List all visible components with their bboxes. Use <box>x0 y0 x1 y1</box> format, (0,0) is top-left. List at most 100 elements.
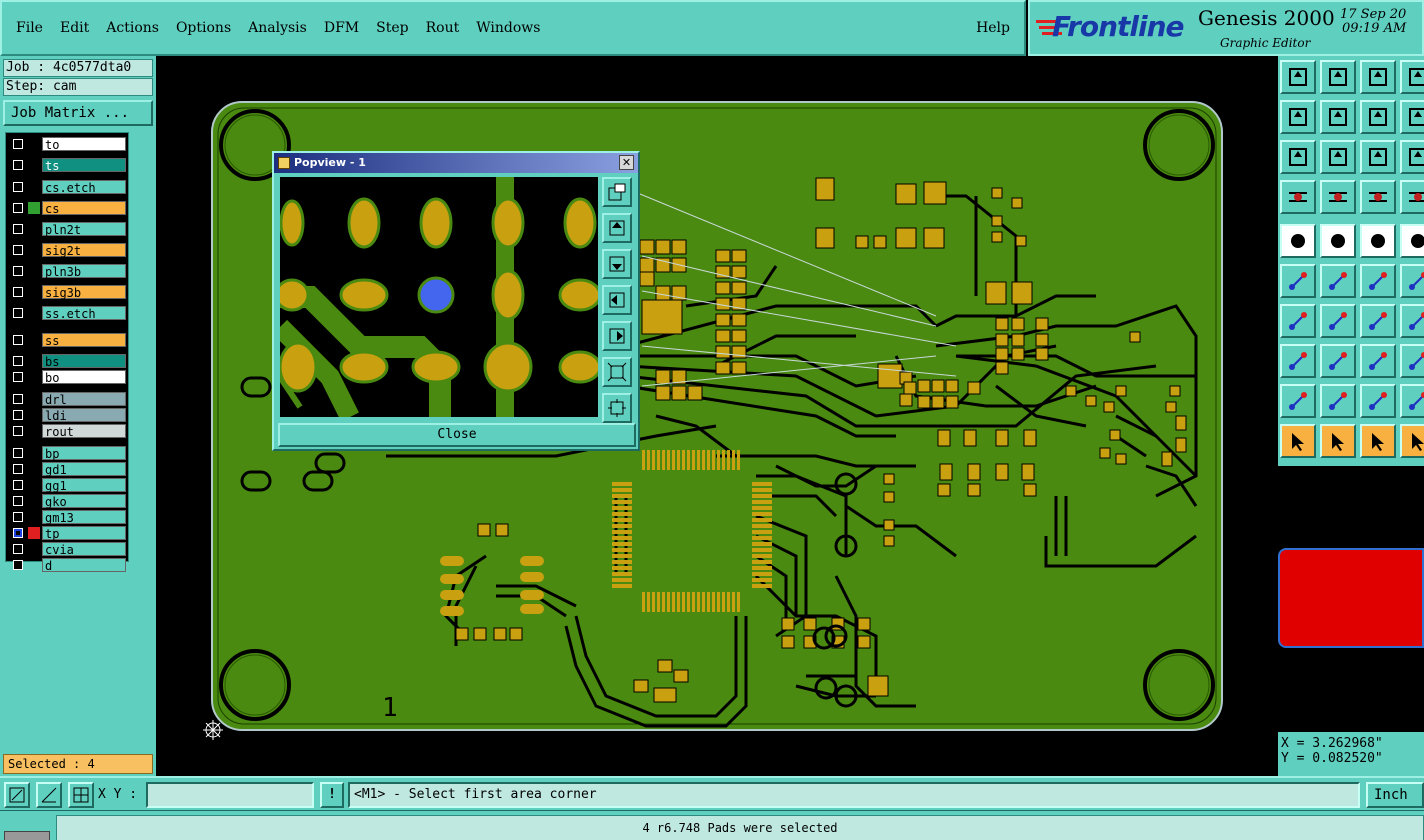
menu-analysis[interactable]: Analysis <box>248 20 307 36</box>
job-matrix-button[interactable]: Job Matrix ... <box>3 100 153 126</box>
popview-close-button[interactable]: Close <box>278 423 636 447</box>
layer-list-scrollbar[interactable] <box>130 132 152 562</box>
layer-row-pln2t[interactable]: pln2t <box>8 222 128 237</box>
layer-row-cs-etch[interactable]: cs.etch <box>8 180 128 195</box>
route2-icon[interactable] <box>1400 264 1424 298</box>
cut-icon[interactable] <box>1320 264 1356 298</box>
layer-row-ss-etch[interactable]: ss.etch <box>8 306 128 321</box>
dash-icon[interactable] <box>1320 344 1356 378</box>
select-poly-icon[interactable] <box>1360 424 1396 458</box>
pan-left-icon[interactable] <box>1280 100 1316 134</box>
list-icon[interactable] <box>1400 60 1424 94</box>
layer-checkbox[interactable] <box>13 544 23 554</box>
measure-icon[interactable] <box>36 782 62 808</box>
layer-checkbox[interactable] <box>13 480 23 490</box>
pan-down-icon[interactable] <box>602 249 632 279</box>
layer-checkbox[interactable] <box>13 464 23 474</box>
add-pad-icon[interactable] <box>1280 224 1316 258</box>
net2-icon[interactable] <box>1400 180 1424 214</box>
layer-row-cs[interactable]: cs <box>8 201 128 216</box>
measure-icon[interactable] <box>1360 344 1396 378</box>
layer-checkbox[interactable] <box>13 203 23 213</box>
layer-checkbox[interactable] <box>13 512 23 522</box>
layer-checkbox[interactable] <box>13 182 23 192</box>
circle-icon[interactable] <box>1400 224 1424 258</box>
layer-checkbox[interactable] <box>13 372 23 382</box>
layer-row-ts[interactable]: ts <box>8 158 128 173</box>
snap-icon[interactable] <box>4 782 30 808</box>
layer-row-d[interactable]: d <box>8 558 128 573</box>
menu-help[interactable]: Help <box>976 20 1010 36</box>
grid-icon[interactable] <box>68 782 94 808</box>
bracket-icon[interactable] <box>1400 304 1424 338</box>
layer-row-rout[interactable]: rout <box>8 424 128 439</box>
layer-row-sig2t[interactable]: sig2t <box>8 243 128 258</box>
zoom-extra-icon[interactable] <box>1400 140 1424 174</box>
menu-dfm[interactable]: DFM <box>324 20 359 36</box>
zoom-in-icon[interactable] <box>602 177 632 207</box>
arch-icon[interactable] <box>1320 384 1356 418</box>
menu-options[interactable]: Options <box>176 20 231 36</box>
layer-row-drl[interactable]: drl <box>8 392 128 407</box>
triangle-icon[interactable] <box>1280 384 1316 418</box>
rotate-icon[interactable] <box>1360 304 1396 338</box>
ruler-icon[interactable] <box>1360 224 1396 258</box>
pan-right-icon[interactable] <box>1320 100 1356 134</box>
menu-actions[interactable]: Actions <box>106 20 159 36</box>
popview-titlebar[interactable]: Popview - 1 ✕ <box>274 153 638 173</box>
select-extra-icon[interactable] <box>1400 424 1424 458</box>
layer-checkbox[interactable] <box>13 394 23 404</box>
layer-row-pln3b[interactable]: pln3b <box>8 264 128 279</box>
layer-checkbox[interactable] <box>13 356 23 366</box>
pad-icon[interactable] <box>1400 344 1424 378</box>
layer-checkbox[interactable] <box>13 224 23 234</box>
layer-checkbox[interactable] <box>13 560 23 570</box>
layer-row-tp[interactable]: tp <box>8 526 128 541</box>
layer-checkbox[interactable] <box>13 308 23 318</box>
layer-row-gko[interactable]: gko <box>8 494 128 509</box>
menu-edit[interactable]: Edit <box>60 20 89 36</box>
layer-checkbox[interactable] <box>13 287 23 297</box>
line-icon[interactable] <box>1320 304 1356 338</box>
redo-icon[interactable] <box>1400 100 1424 134</box>
select-icon[interactable] <box>1280 424 1316 458</box>
connect-icon[interactable] <box>1280 264 1316 298</box>
layer-row-ldi[interactable]: ldi <box>8 408 128 423</box>
layer-row-bp[interactable]: bp <box>8 446 128 461</box>
units-selector[interactable]: Inch <box>1366 782 1424 808</box>
layer-checkbox[interactable] <box>13 335 23 345</box>
menu-step[interactable]: Step <box>376 20 408 36</box>
layer-row-gm13[interactable]: gm13 <box>8 510 128 525</box>
probe-icon[interactable] <box>1320 180 1356 214</box>
layer-row-ss[interactable]: ss <box>8 333 128 348</box>
pan-right-icon[interactable] <box>602 321 632 351</box>
menu-windows[interactable]: Windows <box>476 20 540 36</box>
zoom-1to1-icon[interactable] <box>1360 140 1396 174</box>
arch3-icon[interactable] <box>1400 384 1424 418</box>
home-up-icon[interactable] <box>1280 60 1316 94</box>
layer-checkbox[interactable] <box>13 496 23 506</box>
node-icon[interactable] <box>1280 344 1316 378</box>
warning-icon[interactable]: ! <box>320 782 344 808</box>
layer-checkbox[interactable] <box>13 528 23 538</box>
home-icon[interactable] <box>1360 60 1396 94</box>
layer-row-bs[interactable]: bs <box>8 354 128 369</box>
layer-row-to[interactable]: to <box>8 137 128 152</box>
settings-icon[interactable] <box>1280 180 1316 214</box>
layer-checkbox[interactable] <box>13 160 23 170</box>
layer-checkbox[interactable] <box>13 448 23 458</box>
taskbar-icon[interactable] <box>4 831 50 840</box>
layer-row-gd1[interactable]: gd1 <box>8 462 128 477</box>
polygon-icon[interactable] <box>1320 224 1356 258</box>
menu-file[interactable]: File <box>16 20 43 36</box>
layer-row-bo[interactable]: bo <box>8 370 128 385</box>
zoom-out-icon[interactable] <box>602 393 632 423</box>
close-icon[interactable]: ✕ <box>619 155 634 170</box>
net-icon[interactable] <box>1360 180 1396 214</box>
popview-viewport[interactable] <box>280 177 598 417</box>
home-down-icon[interactable] <box>1320 60 1356 94</box>
layer-row-gg1[interactable]: gg1 <box>8 478 128 493</box>
select-box-icon[interactable] <box>1320 424 1356 458</box>
route-icon[interactable] <box>1360 264 1396 298</box>
pan-up-icon[interactable] <box>602 213 632 243</box>
